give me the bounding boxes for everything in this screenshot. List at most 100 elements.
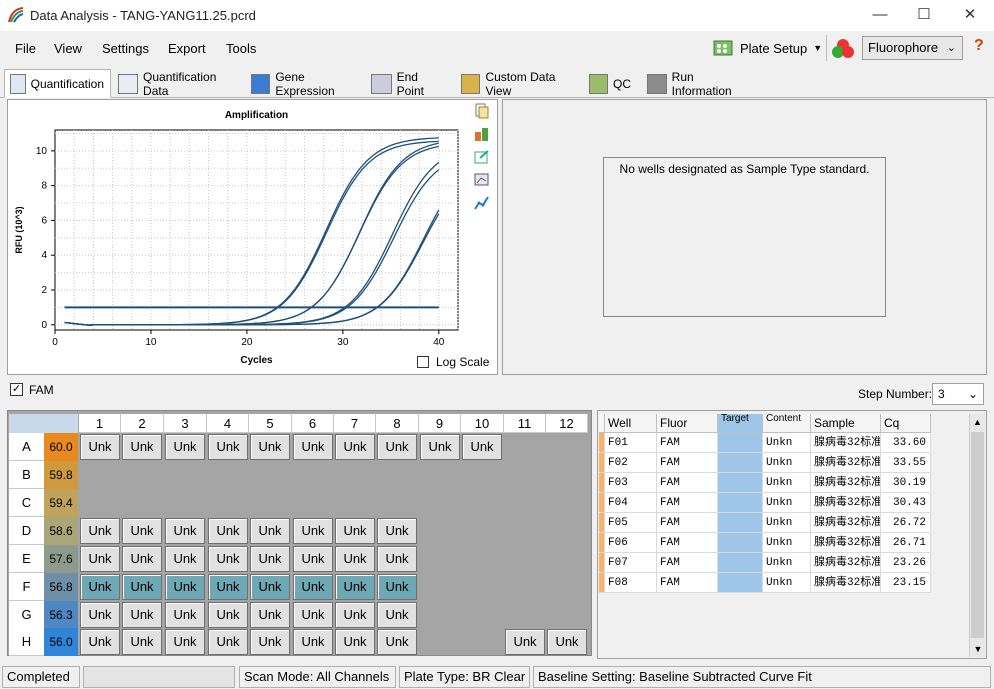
table-cell[interactable]: 腺病毒32标准 [811,553,881,573]
table-scrollbar[interactable]: ▲ ▼ [969,414,985,657]
plate-well[interactable]: Unk [505,629,545,655]
plate-well[interactable]: Unk [377,602,417,628]
plate-row-header[interactable]: A [9,433,44,461]
log-scale-checkbox[interactable] [417,356,429,368]
menu-settings[interactable]: Settings [102,41,149,56]
plate-column-header[interactable]: 6 [292,414,334,433]
table-cell[interactable]: 23.15 [881,573,931,593]
plate-well[interactable]: Unk [547,629,587,655]
table-cell[interactable] [718,493,763,513]
menu-export[interactable]: Export [168,41,206,56]
table-cell[interactable]: 腺病毒32标准 [811,473,881,493]
table-cell[interactable]: 33.55 [881,453,931,473]
plate-well[interactable]: Unk [80,434,120,460]
table-header-content[interactable]: Content [763,414,811,433]
plate-column-header[interactable]: 1 [79,414,121,433]
plate-well[interactable]: Unk [335,629,375,655]
table-cell[interactable]: 腺病毒32标准 [811,533,881,553]
tab-custom-data-view[interactable]: Custom Data View [455,69,579,98]
table-cell[interactable]: 30.43 [881,493,931,513]
plate-well[interactable]: Unk [293,518,333,544]
table-cell[interactable]: F02 [605,453,657,473]
plate-well[interactable]: Unk [335,434,375,460]
plate-well[interactable]: Unk [335,574,375,600]
step-number-select[interactable]: 3 ⌄ [932,383,984,405]
table-header-sample[interactable]: Sample [811,414,881,433]
tab-end-point[interactable]: End Point [365,69,452,98]
table-cell[interactable]: 30.19 [881,473,931,493]
menu-file[interactable]: File [15,41,36,56]
plate-well[interactable]: Unk [208,546,248,572]
table-cell[interactable]: Unkn [763,433,811,453]
plate-column-header[interactable]: 10 [461,414,504,433]
curve-style-icon[interactable] [474,195,490,211]
table-cell[interactable]: F04 [605,493,657,513]
plate-well[interactable]: Unk [208,518,248,544]
plate-well[interactable]: Unk [165,546,205,572]
table-cell[interactable]: 腺病毒32标准 [811,573,881,593]
menu-tools[interactable]: Tools [226,41,256,56]
table-cell[interactable] [718,573,763,593]
plate-well[interactable]: Unk [250,518,290,544]
table-cell[interactable]: FAM [657,513,718,533]
table-cell[interactable]: 腺病毒32标准 [811,493,881,513]
scroll-down-icon[interactable]: ▼ [970,641,986,657]
plate-well[interactable]: Unk [293,546,333,572]
plate-well[interactable]: Unk [250,629,290,655]
scroll-thumb[interactable] [971,432,984,638]
plate-well[interactable]: Unk [80,629,120,655]
plate-row-header[interactable]: G [9,601,44,629]
table-cell[interactable]: F03 [605,473,657,493]
plate-well[interactable]: Unk [377,434,417,460]
menu-view[interactable]: View [54,41,82,56]
zoom-chart-icon[interactable] [474,172,490,188]
plate-well[interactable]: Unk [165,434,205,460]
plate-row-header[interactable]: E [9,545,44,573]
plate-well[interactable]: Unk [80,518,120,544]
table-cell[interactable]: FAM [657,493,718,513]
plate-well[interactable]: Unk [165,518,205,544]
plate-well[interactable]: Unk [122,574,162,600]
plate-well[interactable]: Unk [165,602,205,628]
table-cell[interactable]: F06 [605,533,657,553]
tab-run-information[interactable]: Run Information [641,69,754,98]
table-cell[interactable]: FAM [657,553,718,573]
plate-well[interactable]: Unk [165,574,205,600]
plate-well[interactable]: Unk [122,518,162,544]
plate-well[interactable]: Unk [377,518,417,544]
plate-column-header[interactable]: 2 [121,414,164,433]
minimize-button[interactable]: — [860,4,900,26]
table-header-target[interactable]: Target [718,414,763,433]
plate-column-header[interactable]: 12 [546,414,588,433]
plate-well[interactable]: Unk [293,574,333,600]
plate-well[interactable]: Unk [335,518,375,544]
table-cell[interactable] [718,533,763,553]
plate-well[interactable]: Unk [208,574,248,600]
plate-row-header[interactable]: D [9,517,44,545]
table-cell[interactable]: F01 [605,433,657,453]
table-cell[interactable]: 26.72 [881,513,931,533]
table-cell[interactable]: 23.26 [881,553,931,573]
plate-well[interactable]: Unk [80,546,120,572]
table-header-fluor[interactable]: Fluor [657,414,718,433]
plate-well[interactable]: Unk [208,629,248,655]
plate-column-header[interactable]: 4 [207,414,249,433]
scroll-up-icon[interactable]: ▲ [970,414,985,430]
plate-well[interactable]: Unk [122,602,162,628]
plate-column-header[interactable]: 3 [164,414,207,433]
table-cell[interactable] [718,513,763,533]
plate-row-header[interactable]: H [9,628,44,656]
table-cell[interactable]: F07 [605,553,657,573]
table-cell[interactable]: FAM [657,453,718,473]
plate-well[interactable]: Unk [250,602,290,628]
plate-column-header[interactable]: 7 [334,414,376,433]
table-cell[interactable]: Unkn [763,493,811,513]
plate-well[interactable]: Unk [122,434,162,460]
plate-well[interactable]: Unk [80,602,120,628]
table-cell[interactable]: 腺病毒32标准 [811,433,881,453]
color-settings-icon[interactable] [830,37,856,61]
plate-well[interactable]: Unk [335,546,375,572]
help-icon[interactable]: ? [974,37,984,55]
table-cell[interactable]: Unkn [763,453,811,473]
fluorophore-select[interactable]: Fluorophore ⌄ [862,36,963,60]
